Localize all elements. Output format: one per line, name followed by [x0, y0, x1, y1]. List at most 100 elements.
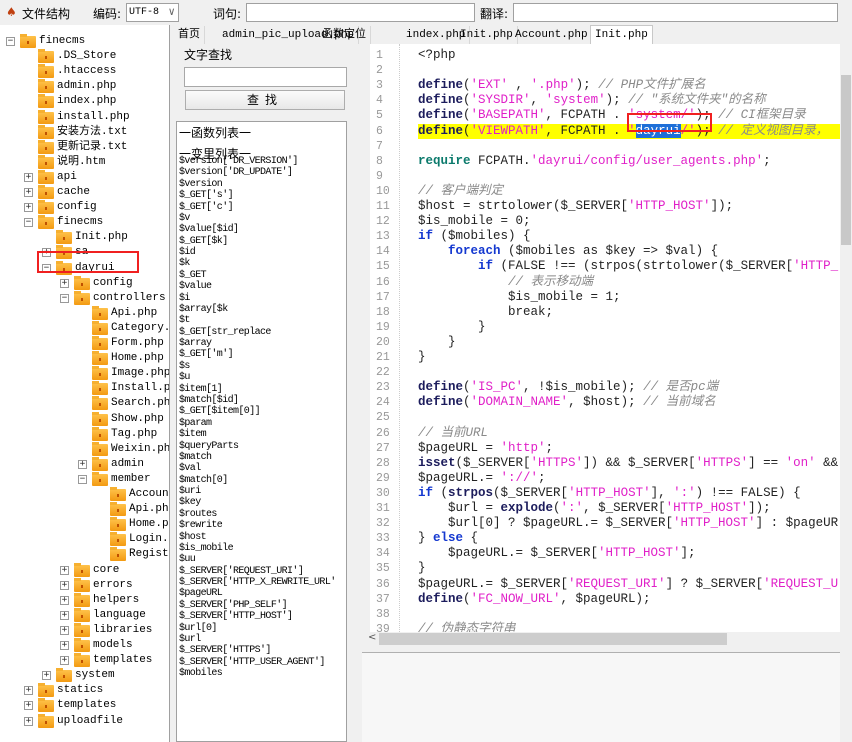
variable-item[interactable]: $_GET['s']	[179, 190, 234, 201]
search-button[interactable]: 查找	[185, 90, 345, 110]
tree-item[interactable]: Home.pl	[0, 517, 169, 532]
variable-item[interactable]: $_GET['m']	[179, 349, 234, 360]
variable-item[interactable]: $_SERVER['HTTP_USER_AGENT']	[179, 657, 325, 668]
tree-item[interactable]: .htaccess	[0, 64, 169, 79]
tree-item[interactable]: Show.php	[0, 411, 169, 427]
tree-item[interactable]: + admin	[0, 456, 169, 472]
variable-item[interactable]: $item[1]	[179, 384, 223, 395]
variable-item[interactable]: $_GET[$item[0]]	[179, 406, 261, 417]
tree-item[interactable]: 说明.htm	[0, 154, 169, 170]
translate-input[interactable]	[513, 3, 838, 22]
vertical-scrollbar-thumb[interactable]	[841, 75, 851, 245]
variable-item[interactable]: $s	[179, 361, 190, 372]
variable-item[interactable]: $value[$id]	[179, 224, 239, 235]
variable-item[interactable]: $version['DR_UPDATE']	[179, 167, 293, 178]
variable-item[interactable]: $_SERVER['HTTP_HOST']	[179, 611, 293, 622]
tree-item[interactable]: Tag.php	[0, 426, 169, 442]
tree-item[interactable]: Category.p	[0, 320, 169, 336]
variable-item[interactable]: $t	[179, 315, 190, 326]
variable-item[interactable]: $_GET['c']	[179, 202, 234, 213]
tab[interactable]: Init.php	[456, 26, 518, 44]
tree-item[interactable]: + templates	[0, 698, 169, 713]
variable-item[interactable]: $match	[179, 452, 212, 463]
expand-icon[interactable]: +	[60, 565, 69, 575]
tree-item[interactable]: + errors	[0, 577, 169, 593]
tree-item[interactable]: + config	[0, 275, 169, 291]
variable-item[interactable]: $host	[179, 532, 207, 543]
variable-item[interactable]: $mobiles	[179, 668, 223, 679]
variable-item[interactable]: $_SERVER['HTTPS']	[179, 645, 271, 656]
expand-icon[interactable]: +	[60, 595, 69, 605]
expand-icon[interactable]: +	[60, 641, 69, 650]
tree-item[interactable]: Install.ph	[0, 381, 169, 396]
expand-icon[interactable]: +	[60, 656, 69, 666]
variable-item[interactable]: $v	[179, 213, 190, 224]
variable-item[interactable]: $rewrite	[179, 520, 223, 531]
horizontal-scrollbar-thumb[interactable]	[379, 633, 727, 645]
tree-item[interactable]: Regist	[0, 547, 169, 562]
tree-item[interactable]: + templates	[0, 653, 169, 668]
tree-item[interactable]: install.php	[0, 109, 169, 125]
tree-item[interactable]: − finecms	[0, 215, 169, 230]
variable-item[interactable]: $_GET[$k]	[179, 236, 228, 247]
variable-item[interactable]: $_SERVER['HTTP_X_REWRITE_URL'	[179, 577, 336, 588]
variable-item[interactable]: $array	[179, 338, 212, 349]
expand-icon[interactable]: +	[24, 701, 33, 711]
variable-item[interactable]: $i	[179, 293, 190, 304]
tree-item[interactable]: + cache	[0, 185, 169, 200]
tree-item[interactable]: + libraries	[0, 622, 169, 638]
tree-item[interactable]: Api.php	[0, 305, 169, 321]
tree-item[interactable]: + api	[0, 169, 169, 185]
variable-item[interactable]: $_GET[str_replace	[179, 327, 271, 338]
tree-item[interactable]: − controllers	[0, 290, 169, 306]
variable-item[interactable]: $routes	[179, 509, 217, 520]
variable-item[interactable]: $version	[179, 179, 223, 190]
tree-item[interactable]: + helpers	[0, 592, 169, 608]
tree-item[interactable]: Search.php	[0, 396, 169, 411]
tree-item[interactable]: 更新记录.txt	[0, 139, 169, 155]
variable-item[interactable]: $queryParts	[179, 441, 239, 452]
tree-item[interactable]: − member	[0, 471, 169, 487]
tree-item[interactable]: 安装方法.txt	[0, 124, 169, 140]
query-input[interactable]	[246, 3, 475, 22]
tree-item[interactable]: + models	[0, 638, 169, 653]
tree-item[interactable]: Weixin.php	[0, 441, 169, 457]
variable-item[interactable]: $k	[179, 258, 190, 269]
expand-icon[interactable]: +	[60, 278, 69, 288]
variable-item[interactable]: $val	[179, 463, 201, 474]
expand-icon[interactable]: +	[24, 188, 33, 197]
tree-item[interactable]: Api.php	[0, 502, 169, 517]
variable-item[interactable]: $item	[179, 429, 207, 440]
collapse-icon[interactable]: −	[24, 218, 33, 228]
variable-item[interactable]: $url[0]	[179, 623, 217, 634]
tree-item[interactable]: Account	[0, 487, 169, 502]
collapse-icon[interactable]: −	[60, 293, 69, 303]
variable-item[interactable]: $uri	[179, 486, 201, 497]
variable-item[interactable]: $_SERVER['REQUEST_URI']	[179, 566, 304, 577]
variable-item[interactable]: $uu	[179, 554, 196, 565]
tree-item[interactable]: + uploadfile	[0, 713, 169, 729]
expand-icon[interactable]: +	[60, 625, 69, 635]
tree-item[interactable]: .DS_Store	[0, 49, 169, 64]
file-tree[interactable]: − finecms .DS_Store .htaccess admin.php index…	[0, 25, 170, 742]
variable-item[interactable]: $pageURL	[179, 588, 223, 599]
collapse-icon[interactable]: −	[6, 37, 15, 46]
tree-item[interactable]: Image.php	[0, 366, 169, 381]
tree-item[interactable]: Form.php	[0, 336, 169, 351]
tree-item[interactable]: − finecms	[0, 34, 169, 49]
function-variable-list[interactable]: 一函数列表一 一变里列表一 $version['DR_VERSION'] $ver…	[176, 121, 347, 742]
expand-icon[interactable]: +	[60, 580, 69, 590]
expand-icon[interactable]: +	[24, 686, 33, 696]
variable-item[interactable]: $_GET	[179, 270, 207, 281]
expand-icon[interactable]: +	[24, 716, 33, 726]
tab[interactable]: Account.php	[511, 26, 593, 44]
tree-item[interactable]: Login.p	[0, 532, 169, 547]
tree-item[interactable]: Init.php	[0, 230, 169, 245]
variable-item[interactable]: $value	[179, 281, 212, 292]
tab[interactable]: 函数定位	[318, 26, 371, 44]
variable-item[interactable]: $key	[179, 497, 201, 508]
tab[interactable]: Init.php	[590, 25, 653, 44]
variable-item[interactable]: $id	[179, 247, 196, 258]
collapse-icon[interactable]: −	[78, 474, 87, 484]
variable-item[interactable]: $array[$k	[179, 304, 228, 315]
